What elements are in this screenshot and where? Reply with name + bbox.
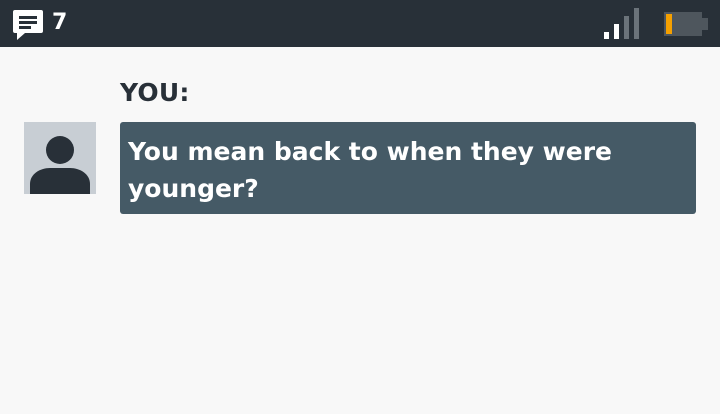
- battery-low-icon: [664, 12, 708, 36]
- message-bubble: You mean back to when they were younger?: [120, 122, 696, 214]
- message-text: You mean back to when they were younger?: [128, 137, 612, 203]
- signal-strength-icon: [604, 8, 639, 39]
- avatar: [24, 122, 96, 194]
- status-bar: 7: [0, 0, 720, 47]
- speaker-label: YOU:: [120, 78, 190, 107]
- chat-bubble-icon[interactable]: [11, 8, 45, 42]
- message-count: 7: [52, 10, 68, 35]
- chat-area: YOU: You mean back to when they were you…: [0, 47, 720, 414]
- person-avatar-icon: [30, 136, 90, 194]
